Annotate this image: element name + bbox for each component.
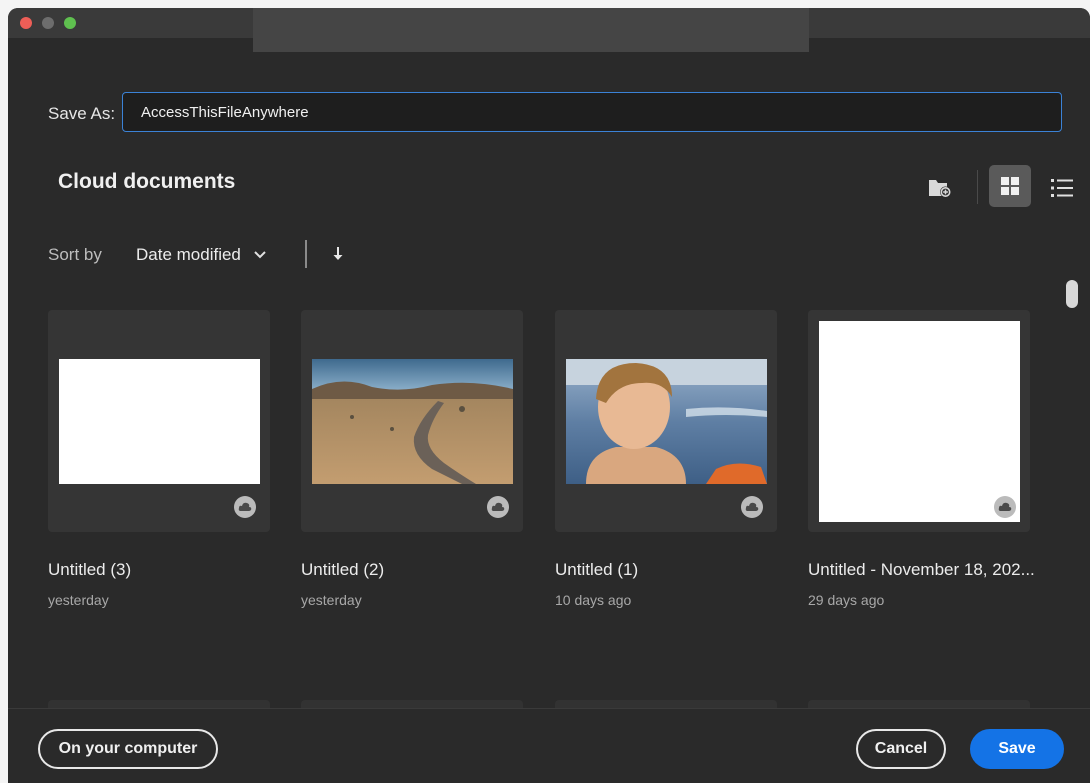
cloud-icon bbox=[487, 496, 509, 518]
new-folder-icon bbox=[929, 180, 951, 198]
dialog-footer: On your computer Cancel Save bbox=[8, 708, 1090, 783]
document-card[interactable] bbox=[301, 310, 523, 532]
arrow-down-icon bbox=[333, 247, 343, 260]
list-view-icon bbox=[1051, 179, 1073, 197]
document-thumbnail bbox=[566, 359, 767, 484]
document-card[interactable] bbox=[555, 310, 777, 532]
scrollbar-thumb[interactable] bbox=[1066, 280, 1078, 308]
cancel-button[interactable]: Cancel bbox=[856, 729, 946, 769]
toolbar-divider bbox=[977, 170, 978, 204]
document-date: yesterday bbox=[301, 592, 362, 608]
list-view-button[interactable] bbox=[1046, 172, 1078, 204]
window-title-area bbox=[253, 8, 809, 52]
grid-view-button[interactable] bbox=[989, 165, 1031, 207]
document-date: 10 days ago bbox=[555, 592, 632, 608]
new-folder-button[interactable] bbox=[924, 172, 956, 204]
section-title: Cloud documents bbox=[58, 170, 236, 193]
on-your-computer-button[interactable]: On your computer bbox=[38, 729, 218, 769]
maximize-window-button[interactable] bbox=[64, 17, 76, 29]
sort-divider bbox=[305, 240, 307, 268]
document-thumbnail bbox=[819, 321, 1020, 522]
sort-field-value: Date modified bbox=[136, 245, 241, 264]
document-card[interactable] bbox=[808, 310, 1030, 532]
cloud-icon bbox=[741, 496, 763, 518]
document-name[interactable]: Untitled (1) bbox=[555, 560, 638, 580]
cloud-icon bbox=[994, 496, 1016, 518]
sort-direction-button[interactable] bbox=[328, 242, 348, 266]
boy-on-beach-image bbox=[566, 359, 767, 484]
document-date: 29 days ago bbox=[808, 592, 885, 608]
minimize-window-button[interactable] bbox=[42, 17, 54, 29]
document-thumbnail bbox=[312, 359, 513, 484]
document-thumbnail bbox=[59, 359, 260, 484]
document-name[interactable]: Untitled (3) bbox=[48, 560, 131, 580]
chevron-down-icon bbox=[254, 251, 266, 259]
sort-by-label: Sort by bbox=[48, 245, 102, 264]
document-date: yesterday bbox=[48, 592, 109, 608]
desert-road-image bbox=[312, 359, 513, 484]
grid-view-icon bbox=[1001, 177, 1019, 195]
document-name[interactable]: Untitled (2) bbox=[301, 560, 384, 580]
save-button[interactable]: Save bbox=[970, 729, 1064, 769]
save-dialog-window: Save As: Cloud documents Sort by D bbox=[8, 8, 1090, 783]
sort-field-dropdown[interactable]: Date modified bbox=[136, 242, 267, 268]
cloud-icon bbox=[234, 496, 256, 518]
file-name-input[interactable] bbox=[122, 92, 1062, 132]
document-name[interactable]: Untitled - November 18, 202... bbox=[808, 560, 1035, 580]
close-window-button[interactable] bbox=[20, 17, 32, 29]
document-card[interactable] bbox=[48, 310, 270, 532]
save-as-label: Save As: bbox=[48, 104, 116, 123]
